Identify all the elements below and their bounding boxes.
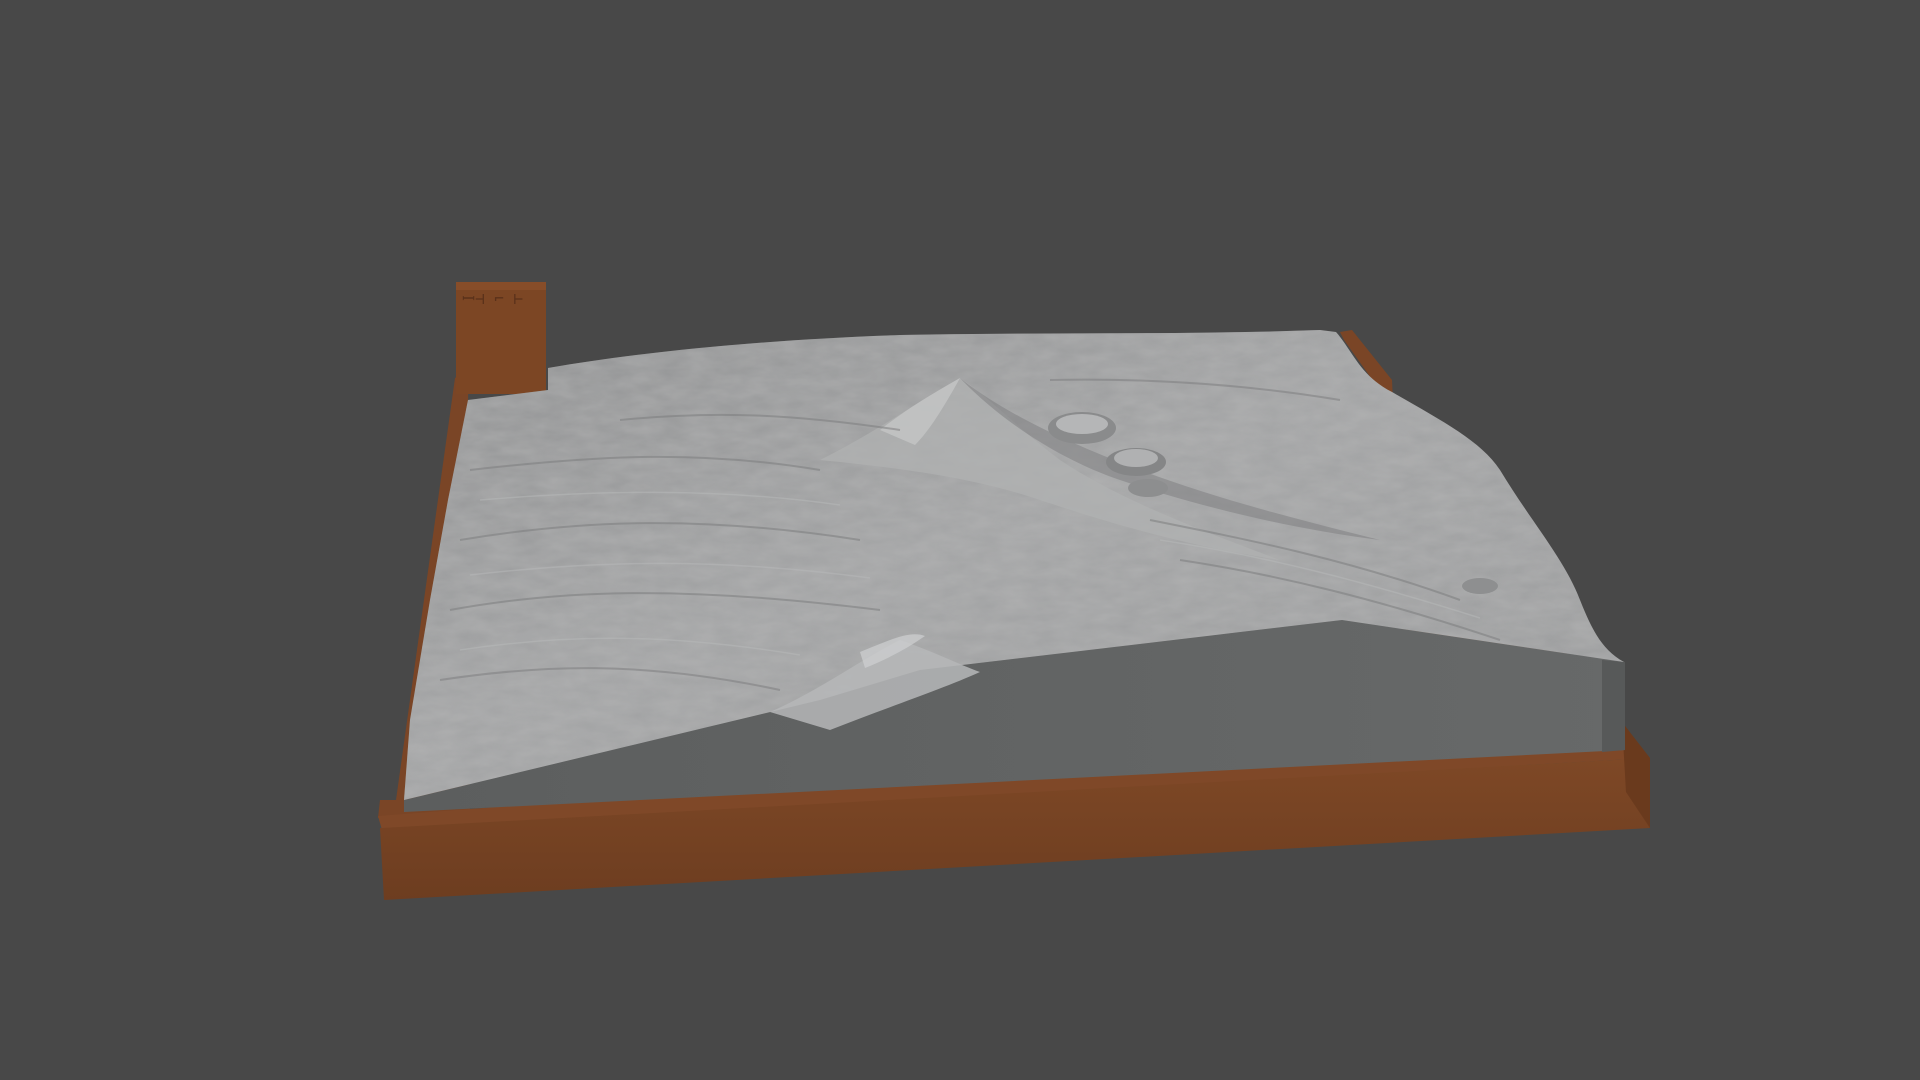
crater-4	[1462, 578, 1498, 594]
label-block-engraving-icon: ꟷ⊣ ⌐ ⊢	[462, 289, 523, 308]
crater-1-rim	[1056, 414, 1108, 434]
crater-2-rim	[1114, 449, 1158, 467]
terrain-model-render: ꟷ⊣ ⌐ ⊢	[378, 282, 1650, 900]
terrain-right-wall	[1602, 660, 1625, 752]
3d-viewport[interactable]: ꟷ⊣ ⌐ ⊢	[0, 0, 1920, 1080]
crater-3	[1128, 479, 1168, 497]
label-block: ꟷ⊣ ⌐ ⊢	[456, 282, 546, 394]
